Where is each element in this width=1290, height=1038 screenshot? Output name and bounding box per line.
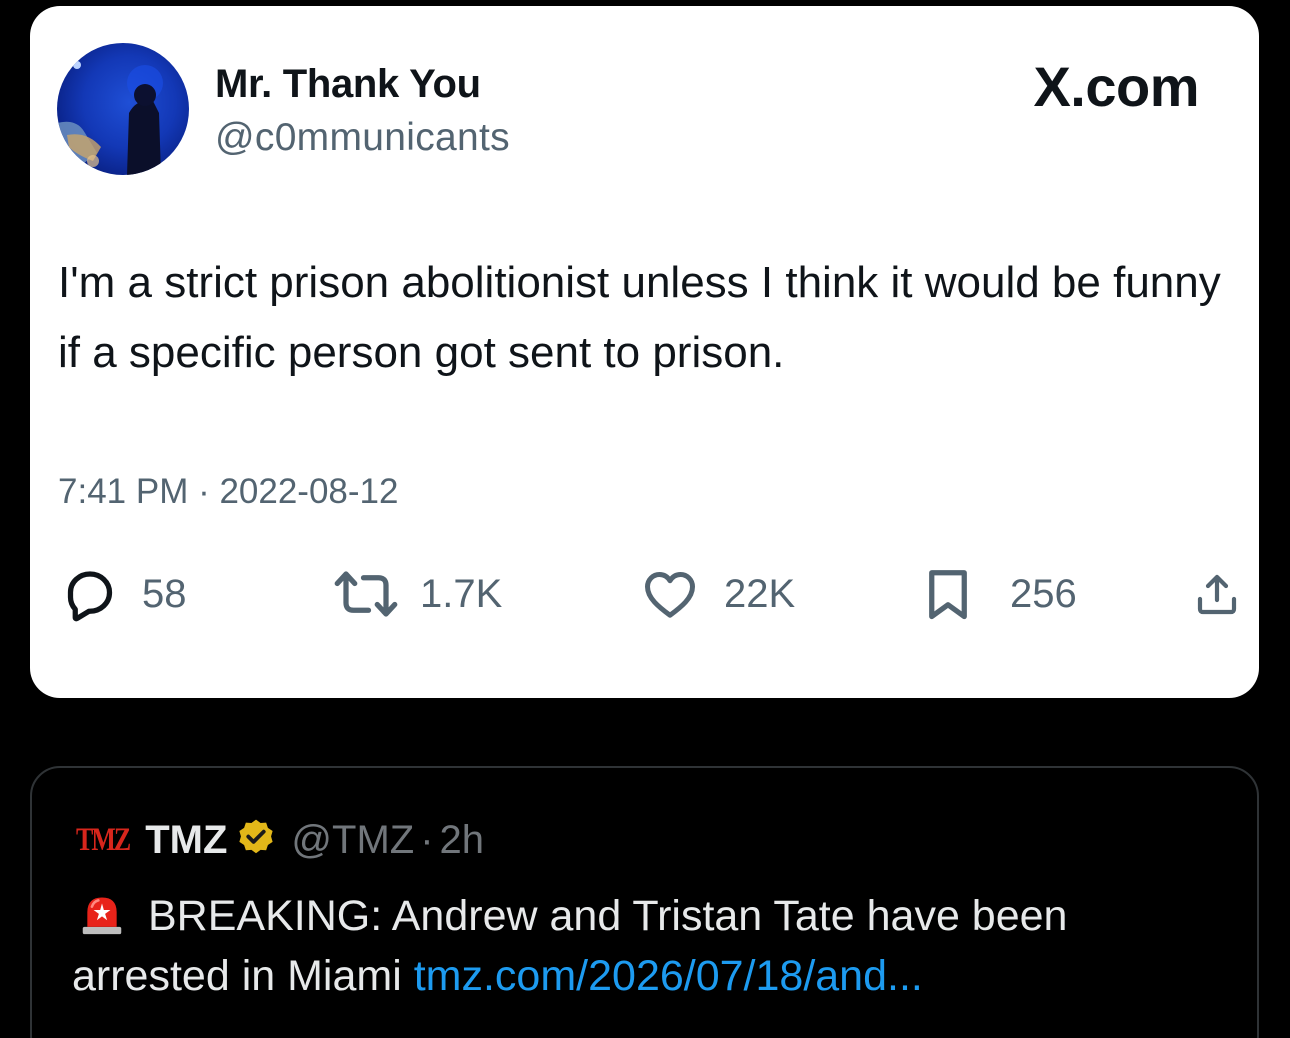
- reply-button[interactable]: 58: [58, 564, 187, 624]
- heart-icon: [645, 572, 695, 618]
- tweet-timestamp[interactable]: 7:41 PM · 2022-08-12: [58, 472, 398, 512]
- like-button[interactable]: 22K: [636, 564, 795, 624]
- bookmark-button[interactable]: 256: [920, 564, 1077, 624]
- verified-gold-badge-icon: [235, 817, 277, 864]
- share-icon: [1197, 574, 1237, 615]
- share-button[interactable]: [1193, 564, 1241, 624]
- bookmark-icon: [929, 570, 967, 620]
- bookmark-count: 256: [1010, 571, 1077, 616]
- display-name[interactable]: Mr. Thank You: [215, 62, 481, 107]
- quoted-user-handle[interactable]: @TMZ: [291, 818, 414, 863]
- reply-icon: [67, 571, 113, 622]
- quoted-display-name[interactable]: TMZ: [145, 818, 227, 863]
- repost-count: 1.7K: [420, 571, 503, 616]
- tweet-card: Mr. Thank You @c0mmunicants X.com I'm a …: [30, 6, 1259, 698]
- like-count: 22K: [724, 571, 796, 616]
- quoted-timestamp[interactable]: 2h: [440, 818, 485, 863]
- quoted-tweet-text: BREAKING: Andrew and Tristan Tate have b…: [72, 886, 1232, 1006]
- tweet-text: I'm a strict prison abolitionist unless …: [58, 258, 1221, 377]
- avatar-image: [57, 61, 163, 175]
- reply-count: 58: [142, 571, 187, 616]
- avatar[interactable]: [57, 43, 189, 175]
- header-separator: ·: [420, 817, 434, 862]
- brand-logo-text: X.com: [1033, 55, 1199, 118]
- rotating-light-emoji-icon: [80, 892, 124, 936]
- quoted-tweet-card[interactable]: TMZ TMZ @TMZ · 2h BREAKING: Andrew and T…: [30, 766, 1259, 1038]
- repost-icon: [334, 571, 398, 617]
- quoted-tweet-header: TMZ TMZ @TMZ · 2h: [76, 816, 484, 864]
- tweet-actions-bar: 58 1.7K 22K 256: [58, 564, 1237, 624]
- quoted-tweet-link[interactable]: tmz.com/2026/07/18/and...: [414, 952, 923, 1000]
- screenshot: Mr. Thank You @c0mmunicants X.com I'm a …: [0, 0, 1290, 1038]
- repost-button[interactable]: 1.7K: [330, 564, 502, 624]
- user-handle[interactable]: @c0mmunicants: [215, 116, 510, 160]
- tmz-logo[interactable]: TMZ: [76, 821, 131, 859]
